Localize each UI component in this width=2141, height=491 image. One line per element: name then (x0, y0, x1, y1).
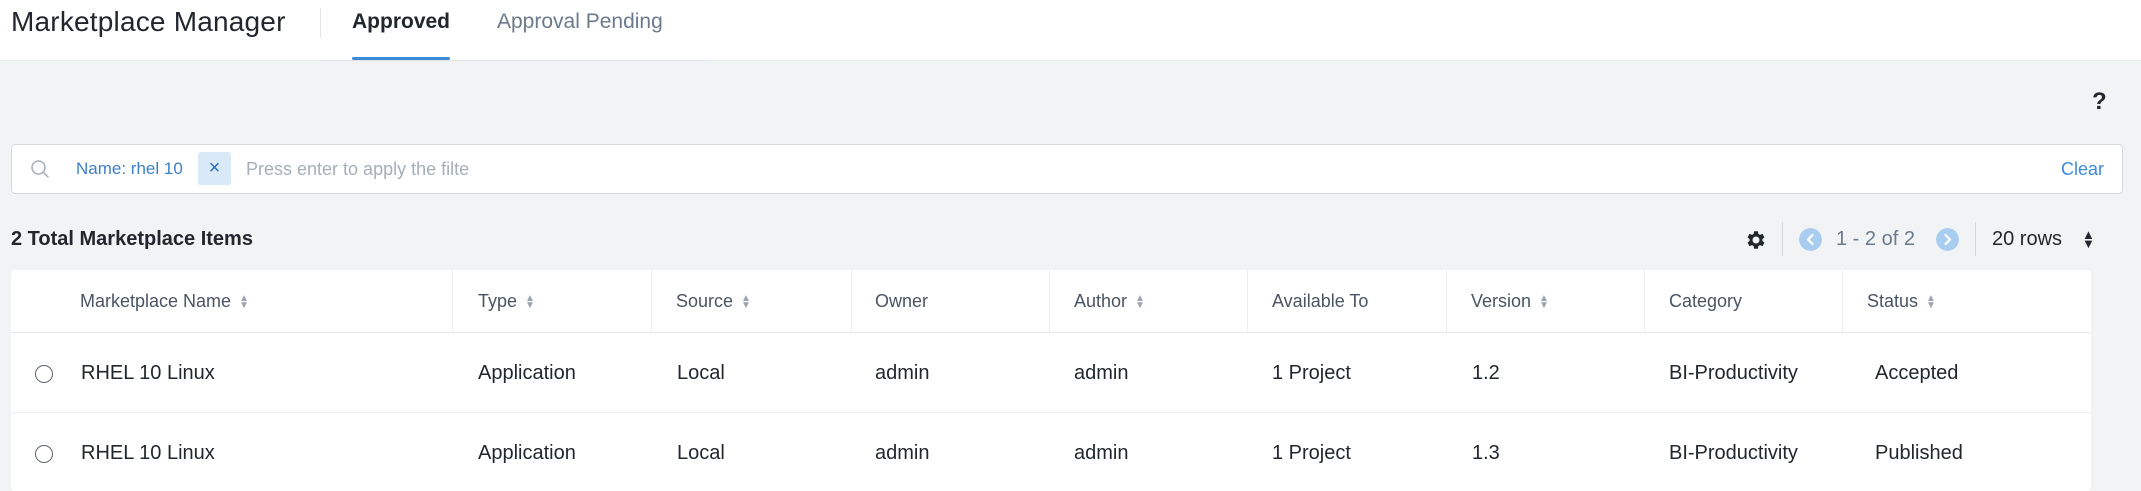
column-label: Category (1669, 291, 1743, 311)
column-header-source[interactable]: Source ▲ ▼ (676, 270, 751, 333)
cell-category: BI-Productivity (1669, 442, 1798, 464)
column-divider (1247, 270, 1248, 333)
column-header-category: Category (1669, 270, 1742, 333)
column-header-marketplace-name[interactable]: Marketplace Name ▲ ▼ (80, 270, 249, 333)
cell-status: Published (1875, 442, 1963, 464)
cell-name: RHEL 10 Linux (81, 442, 215, 464)
filter-input[interactable] (246, 154, 1746, 184)
cell-type: Application (478, 442, 576, 464)
active-tab-indicator (352, 57, 450, 60)
cell-type: Application (478, 362, 576, 384)
column-header-type[interactable]: Type ▲ ▼ (478, 270, 535, 333)
cell-owner: admin (875, 362, 930, 384)
cell-available-to: 1 Project (1272, 362, 1351, 384)
column-label: Version (1471, 291, 1532, 311)
rows-per-page-select[interactable]: 20 rows (1992, 228, 2062, 251)
sort-icon: ▲ ▼ (525, 293, 535, 312)
filter-chip-remove-button[interactable]: × (198, 152, 231, 185)
column-label: Author (1074, 291, 1128, 311)
sort-caret-icon: ▲ ▼ (2082, 227, 2095, 251)
column-label: Available To (1272, 291, 1369, 311)
tab-approved[interactable]: Approved (352, 10, 450, 61)
gear-icon[interactable] (1744, 228, 1768, 252)
column-header-available-to: Available To (1272, 270, 1368, 333)
toolbar-separator (1782, 222, 1783, 256)
cell-source: Local (677, 442, 725, 464)
column-label: Source (676, 291, 734, 311)
cell-category: BI-Productivity (1669, 362, 1798, 384)
cell-version: 1.3 (1472, 442, 1500, 464)
row-select-radio[interactable] (35, 365, 53, 383)
sort-icon: ▲ ▼ (1539, 293, 1549, 312)
table-header: Marketplace Name ▲ ▼ Type ▲ ▼ Source ▲ ▼ Owner… (11, 270, 2091, 333)
filter-bar: Name: rhel 10 × Clear (11, 144, 2123, 194)
cell-status: Accepted (1875, 362, 1959, 384)
sort-icon: ▲ ▼ (1926, 293, 1936, 312)
column-header-version[interactable]: Version ▲ ▼ (1471, 270, 1549, 333)
column-label: Marketplace Name (80, 291, 232, 311)
column-divider (651, 270, 652, 333)
sort-icon: ▲ ▼ (1135, 293, 1145, 312)
column-divider (1446, 270, 1447, 333)
cell-source: Local (677, 362, 725, 384)
table-row[interactable]: RHEL 10 Linux Application Local admin ad… (11, 333, 2091, 413)
prev-page-icon[interactable] (1799, 228, 1822, 251)
row-select-radio[interactable] (35, 445, 53, 463)
page-range: 1 - 2 of 2 (1836, 228, 1915, 250)
column-label: Owner (875, 291, 929, 311)
help-icon[interactable]: ? (2092, 88, 2107, 116)
cell-author: admin (1074, 362, 1129, 384)
sort-icon: ▲ ▼ (741, 293, 751, 312)
clear-filters-link[interactable]: Clear (2061, 159, 2104, 180)
tab-approval-pending[interactable]: Approval Pending (497, 10, 663, 61)
cell-owner: admin (875, 442, 930, 464)
cell-version: 1.2 (1472, 362, 1500, 384)
app-header: Marketplace Manager Approved Approval Pe… (0, 0, 2141, 61)
filter-chip-label: Name: rhel 10 (76, 159, 183, 178)
sort-icon: ▲ ▼ (239, 293, 249, 312)
marketplace-table: Marketplace Name ▲ ▼ Type ▲ ▼ Source ▲ ▼ Owner… (11, 270, 2091, 491)
column-header-author[interactable]: Author ▲ ▼ (1074, 270, 1145, 333)
column-divider (1644, 270, 1645, 333)
column-label: Type (478, 291, 518, 311)
column-header-status[interactable]: Status ▲ ▼ (1867, 270, 1936, 333)
table-row[interactable]: RHEL 10 Linux Application Local admin ad… (11, 413, 2091, 491)
toolbar-separator (1975, 222, 1976, 256)
total-items-count: 2 Total Marketplace Items (11, 228, 253, 250)
app-title: Marketplace Manager (11, 6, 286, 37)
cell-name: RHEL 10 Linux (81, 362, 215, 384)
search-icon (31, 160, 49, 178)
cell-author: admin (1074, 442, 1129, 464)
column-divider (1049, 270, 1050, 333)
cell-available-to: 1 Project (1272, 442, 1351, 464)
column-divider (1842, 270, 1843, 333)
column-divider (851, 270, 852, 333)
column-label: Status (1867, 291, 1919, 311)
column-header-owner: Owner (875, 270, 928, 333)
header-divider (320, 8, 321, 38)
column-divider (452, 270, 453, 333)
tabs-rule (320, 60, 705, 61)
next-page-icon[interactable] (1936, 228, 1959, 251)
